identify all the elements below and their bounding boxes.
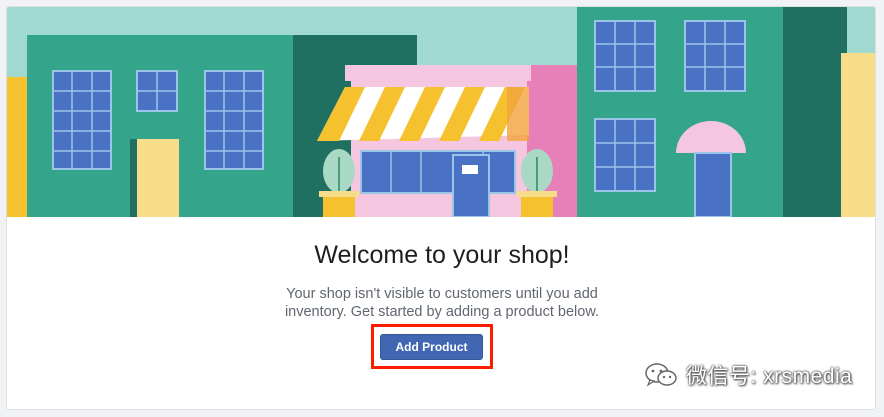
shop-door bbox=[452, 154, 490, 217]
watermark: 微信号: xrsmedia bbox=[644, 360, 852, 390]
watermark-text: 微信号: xrsmedia bbox=[686, 365, 853, 388]
right-building-door bbox=[694, 152, 732, 217]
add-product-button[interactable]: Add Product bbox=[380, 334, 483, 360]
left-building-door bbox=[137, 139, 179, 217]
shop-banner-illustration bbox=[7, 7, 875, 217]
welcome-description: Your shop isn't visible to customers unt… bbox=[284, 286, 600, 320]
wechat-icon bbox=[645, 363, 677, 387]
welcome-title: Welcome to your shop! bbox=[314, 241, 570, 269]
